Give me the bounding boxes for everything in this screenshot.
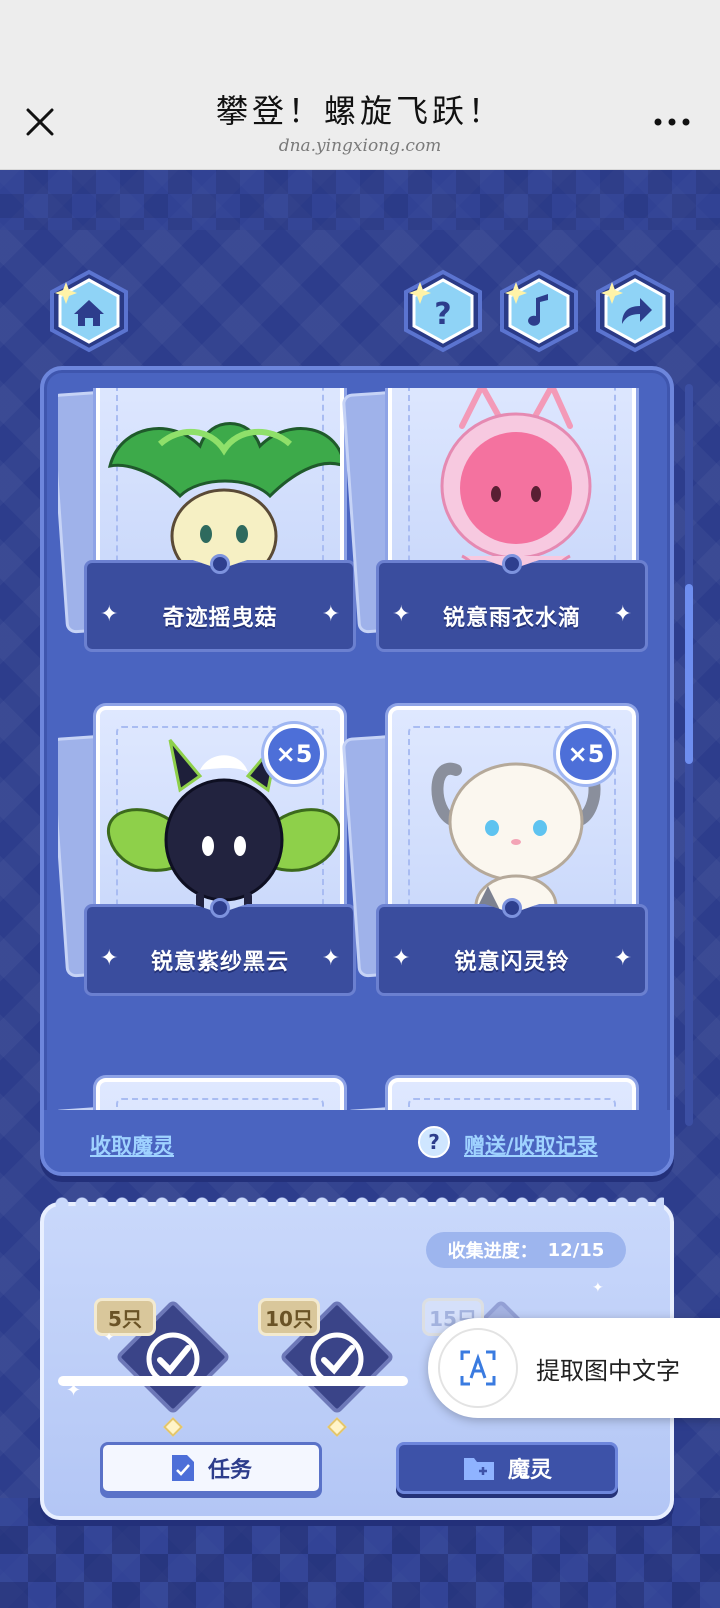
banner-dot (502, 898, 522, 918)
sparkle-icon: ✦ (321, 946, 340, 971)
home-icon (50, 269, 128, 353)
sparkle-icon: ✦ (66, 1380, 82, 1401)
collect-progress-pill: 收集进度： 12/15 (426, 1232, 626, 1268)
banner-dot (502, 554, 522, 574)
checker-pattern-top (0, 170, 720, 230)
count-badge: ×5 (264, 724, 324, 784)
panel-footer: 收取魔灵 ? 赠送/收取记录 (44, 1110, 670, 1172)
task-button[interactable]: 任务 (100, 1442, 322, 1494)
card-name: 奇迹摇曳菇 (162, 606, 278, 631)
cards-scroll-area[interactable]: ✦ 奇迹摇曳菇 ✦ ✦ 锐意雨衣水滴 ✦ ×5 ✦ 锐意紫纱黑云 ✦ ×5 ✦ … (58, 388, 656, 1128)
task-button-label: 任务 (207, 1458, 252, 1483)
browser-titlebar: 攀登！螺旋飞跃！ dna.yingxiong.com (0, 0, 720, 170)
share-button[interactable] (592, 268, 678, 354)
extract-text-chip[interactable]: 提取图中文字 (428, 1318, 720, 1418)
sparkle-icon: ✦ (592, 1280, 604, 1296)
card-name: 锐意紫纱黑云 (150, 950, 289, 975)
spirit-card[interactable]: ✦ 奇迹摇曳菇 ✦ (58, 388, 356, 662)
sparkle-icon: ✦ (613, 602, 632, 627)
spirit-cards-panel: ✦ 奇迹摇曳菇 ✦ ✦ 锐意雨衣水滴 ✦ ×5 ✦ 锐意紫纱黑云 ✦ ×5 ✦ … (40, 366, 674, 1176)
page-title: 攀登！螺旋飞跃！ (215, 92, 504, 130)
count-badge: ×5 (556, 724, 616, 784)
sparkle-icon: ✦ (613, 946, 632, 971)
home-button[interactable] (46, 268, 132, 354)
banner-dot (210, 554, 230, 574)
svg-text:?: ? (434, 297, 451, 332)
banner-dot (210, 898, 230, 918)
share-icon (596, 269, 674, 353)
receive-spirit-link[interactable]: 收取魔灵 (90, 1130, 174, 1160)
sparkle-icon: ✦ (104, 1330, 115, 1344)
more-icon[interactable] (652, 112, 692, 132)
document-icon (171, 1455, 194, 1481)
spirit-card[interactable]: ×5 ✦ 锐意闪灵铃 ✦ (341, 706, 648, 1006)
page-url: dna.yingxiong.com (278, 136, 442, 156)
scroll-thumb[interactable] (685, 584, 693, 764)
progress-track (58, 1376, 408, 1386)
help-circle-icon[interactable]: ? (418, 1126, 450, 1158)
folder-icon (463, 1458, 494, 1480)
progress-value: 12/15 (547, 1239, 605, 1261)
sparkle-icon: ✦ (321, 602, 340, 627)
extract-text-label: 提取图中文字 (536, 1356, 680, 1385)
spirit-button-label: 魔灵 (507, 1458, 552, 1483)
music-button[interactable] (496, 268, 582, 354)
spirit-card[interactable]: ✦ 锐意雨衣水滴 ✦ (341, 388, 648, 662)
milestone-reward[interactable]: 10只 (258, 1290, 395, 1437)
progress-label: 收集进度： (447, 1241, 538, 1262)
card-name: 锐意闪灵铃 (454, 950, 570, 975)
text-scan-icon (438, 1328, 518, 1408)
spirit-button[interactable]: 魔灵 (396, 1442, 618, 1494)
help-icon: ? (404, 269, 482, 353)
decorative-edge (54, 1196, 664, 1212)
spirit-card[interactable]: ×5 ✦ 锐意紫纱黑云 ✦ (58, 706, 356, 1006)
card-name: 锐意雨衣水滴 (442, 606, 581, 631)
milestone-reward[interactable]: 5只 (94, 1290, 231, 1437)
scrollbar[interactable] (685, 384, 693, 1126)
music-icon (500, 269, 578, 353)
help-button[interactable]: ? (400, 268, 486, 354)
milestone-tag: 10只 (258, 1298, 320, 1336)
gift-records-link[interactable]: 赠送/收取记录 (464, 1130, 598, 1160)
